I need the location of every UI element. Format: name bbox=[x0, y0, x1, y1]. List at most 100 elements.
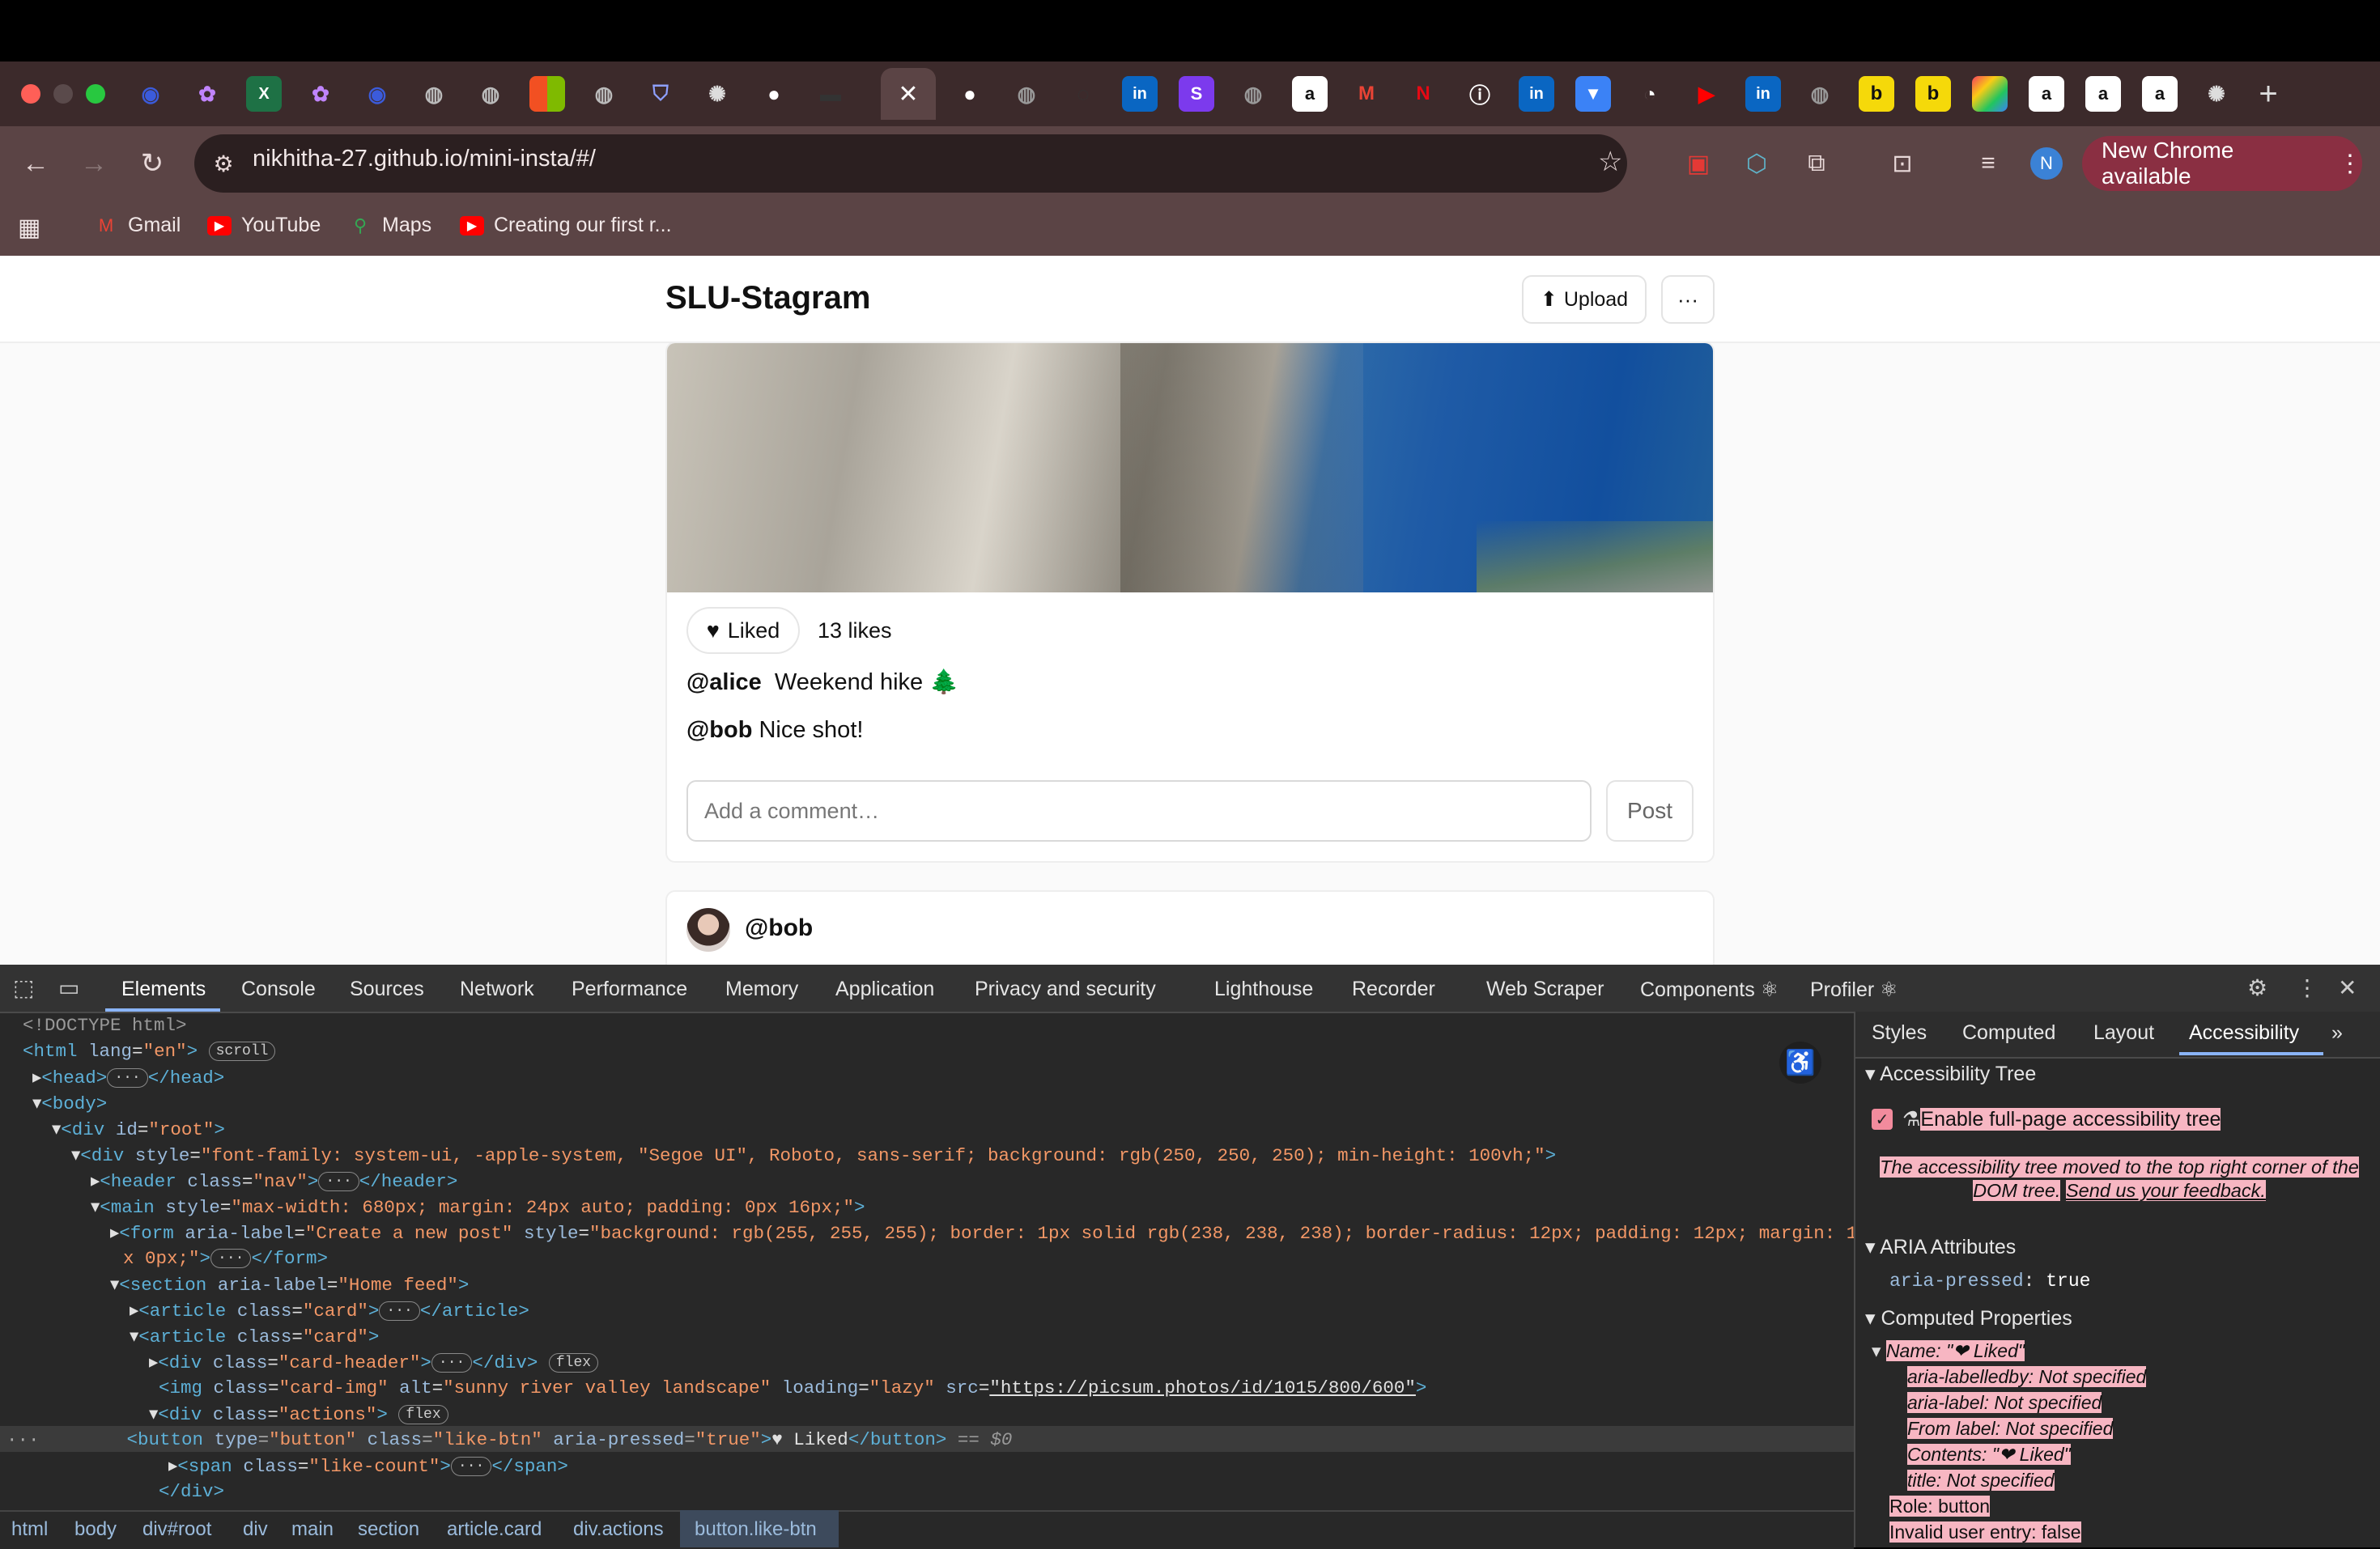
bookmark-star-icon[interactable]: ☆ bbox=[1598, 146, 1622, 178]
dom-line[interactable]: ▾<body> bbox=[32, 1093, 107, 1114]
bookmark-gmail[interactable]: M Gmail bbox=[94, 214, 181, 237]
tab-favicon-tie-icon[interactable]: ▼ bbox=[1575, 76, 1611, 112]
upload-button[interactable]: ⬆ Upload bbox=[1522, 275, 1647, 324]
tab-favicon-globe-icon[interactable]: ◍ bbox=[416, 76, 452, 112]
devtools-tab-application[interactable]: Application bbox=[835, 978, 934, 1001]
tab-favicon-amazon-icon[interactable]: a bbox=[2085, 76, 2121, 112]
sidebar-tab-styles[interactable]: Styles bbox=[1872, 1021, 1927, 1045]
tab-favicon-linkedin-icon[interactable]: in bbox=[1122, 76, 1158, 112]
apps-grid-icon[interactable]: ▦ bbox=[18, 214, 40, 242]
breadcrumb-item[interactable]: article.card bbox=[447, 1518, 542, 1541]
bookmark-maps[interactable]: ⚲ Maps bbox=[348, 214, 431, 237]
tab-favicon-openai-icon[interactable]: ✺ bbox=[2199, 76, 2234, 112]
zoom-window-button[interactable] bbox=[86, 84, 105, 104]
tab-favicon-amazon-icon[interactable]: a bbox=[2029, 76, 2064, 112]
minimize-window-button[interactable] bbox=[53, 84, 73, 104]
computed-properties-section[interactable]: ▾ Computed Properties bbox=[1865, 1306, 2072, 1330]
enable-full-page-checkbox[interactable]: ✓ bbox=[1872, 1109, 1893, 1130]
media-controls-icon[interactable]: ≡ bbox=[1972, 147, 2004, 180]
dom-line[interactable]: <!DOCTYPE html> bbox=[23, 1015, 187, 1036]
breadcrumb-item[interactable]: html bbox=[11, 1518, 48, 1541]
post-comment-button[interactable]: Post bbox=[1606, 780, 1694, 842]
devtools-tab-elements[interactable]: Elements bbox=[121, 978, 206, 1001]
devtools-tab-sources[interactable]: Sources bbox=[350, 978, 424, 1001]
tab-favicon-loading-icon[interactable]: ◌ bbox=[1065, 76, 1101, 112]
tab-favicon-github-icon[interactable]: ● bbox=[952, 76, 988, 112]
tab-favicon-dark-icon[interactable]: ▬ bbox=[813, 76, 848, 112]
tab-favicon-globe-icon[interactable]: ◍ bbox=[1009, 76, 1044, 112]
tab-favicon-copilot-icon[interactable]: ✿ bbox=[303, 76, 338, 112]
devtools-tab-recorder[interactable]: Recorder bbox=[1352, 978, 1435, 1001]
new-tab-button[interactable]: + bbox=[2250, 76, 2286, 112]
tab-favicon-circle-icon[interactable]: ◉ bbox=[359, 76, 395, 112]
devtools-tab-web-scraper[interactable]: Web Scraper bbox=[1486, 978, 1604, 1001]
dom-line[interactable]: <html lang="en"> scroll bbox=[23, 1041, 276, 1062]
active-tab-close-icon[interactable]: ✕ bbox=[881, 68, 936, 120]
dom-line[interactable]: ▾<section aria-label="Home feed"> bbox=[110, 1274, 469, 1296]
kebab-menu-icon[interactable]: ⋮ bbox=[2338, 150, 2362, 178]
dom-line[interactable]: ▸<header class="nav"> ··· </header> bbox=[91, 1170, 457, 1192]
dom-line[interactable]: <img class="card-img" alt="sunny river v… bbox=[159, 1377, 1426, 1398]
accessibility-tree-section[interactable]: ▾ Accessibility Tree bbox=[1865, 1062, 2036, 1086]
extensions-puzzle-icon[interactable]: ⧉ bbox=[1800, 147, 1833, 180]
dom-line[interactable]: ▾<article class="card"> bbox=[130, 1326, 379, 1347]
breadcrumb-item[interactable]: body bbox=[74, 1518, 117, 1541]
tab-search-icon[interactable]: ⊡ bbox=[1886, 147, 1919, 180]
devtools-tab-components[interactable]: Components ⚛ bbox=[1640, 978, 1779, 1002]
dom-line[interactable]: x 0px;"> ··· </form> bbox=[123, 1248, 328, 1269]
close-devtools-icon[interactable]: ✕ bbox=[2338, 974, 2357, 1001]
dom-line[interactable]: </div> bbox=[159, 1481, 224, 1502]
dom-line[interactable]: ▸<span class="like-count"> ··· </span> bbox=[168, 1455, 568, 1477]
aria-attributes-section[interactable]: ▾ ARIA Attributes bbox=[1865, 1235, 2016, 1259]
tab-favicon-b-icon[interactable]: b bbox=[1915, 76, 1951, 112]
tab-favicon-globe-icon[interactable]: ◍ bbox=[473, 76, 508, 112]
app-brand[interactable]: SLU-Stagram bbox=[665, 280, 870, 316]
tab-favicon-s-icon[interactable]: S bbox=[1179, 76, 1214, 112]
tab-favicon-netflix-icon[interactable]: N bbox=[1405, 76, 1441, 112]
dom-line[interactable]: ▾<div style="font-family: system-ui, -ap… bbox=[71, 1144, 1556, 1166]
back-button[interactable]: ← bbox=[16, 144, 55, 183]
bookmark-creating[interactable]: ▶ Creating our first r... bbox=[460, 214, 672, 237]
tab-favicon-b-icon[interactable]: b bbox=[1859, 76, 1894, 112]
forward-button[interactable]: → bbox=[74, 144, 113, 183]
more-tabs-chevron-icon[interactable]: » bbox=[2331, 1021, 2343, 1045]
dom-line-selected[interactable]: ··· <button type="button" class="like-bt… bbox=[6, 1429, 1012, 1450]
breadcrumb-item[interactable]: div.actions bbox=[573, 1518, 664, 1541]
devtools-menu-icon[interactable]: ⋮ bbox=[2296, 974, 2318, 1001]
devtools-tab-performance[interactable]: Performance bbox=[572, 978, 687, 1001]
url-text[interactable]: nikhitha-27.github.io/mini-insta/#/ bbox=[253, 146, 596, 172]
dom-line[interactable]: ▸<article class="card"> ··· </article> bbox=[130, 1300, 529, 1322]
accessibility-tree-toggle-icon[interactable]: ♿ bbox=[1779, 1042, 1821, 1084]
sidebar-tab-computed[interactable]: Computed bbox=[1962, 1021, 2055, 1045]
devtools-tab-privacy[interactable]: Privacy and security bbox=[975, 978, 1156, 1001]
dom-line[interactable]: ▾<div class="actions"> flex bbox=[149, 1403, 448, 1425]
breadcrumb-item[interactable]: section bbox=[358, 1518, 419, 1541]
tab-favicon-globe-icon[interactable]: ◍ bbox=[586, 76, 622, 112]
comment-username[interactable]: @bob bbox=[686, 717, 752, 743]
inspect-element-icon[interactable]: ⬚ bbox=[13, 974, 34, 1001]
tab-favicon-microsoft-icon[interactable] bbox=[529, 76, 565, 112]
tab-favicon-github-icon[interactable]: ● bbox=[756, 76, 792, 112]
tab-favicon-circle-icon[interactable]: ◉ bbox=[133, 76, 168, 112]
tab-favicon-linkedin-icon[interactable]: in bbox=[1519, 76, 1554, 112]
tab-favicon-gmail-icon[interactable]: M bbox=[1349, 76, 1384, 112]
breadcrumb-item[interactable]: div bbox=[243, 1518, 268, 1541]
enable-full-page-label[interactable]: ⚗Enable full-page accessibility tree bbox=[1902, 1107, 2221, 1131]
tab-favicon-colorful-icon[interactable] bbox=[1972, 76, 2008, 112]
tab-favicon-amazon-icon[interactable]: a bbox=[2142, 76, 2178, 112]
tab-favicon-excel-icon[interactable]: X bbox=[246, 76, 282, 112]
dom-line[interactable]: ▾<div id="root"> bbox=[52, 1118, 225, 1140]
tab-favicon-amazon-icon[interactable]: a bbox=[1292, 76, 1328, 112]
breadcrumb-item[interactable]: main bbox=[291, 1518, 334, 1541]
caption-username[interactable]: @alice bbox=[686, 669, 762, 695]
dom-line[interactable]: ▾<main style="max-width: 680px; margin: … bbox=[91, 1196, 865, 1218]
profile-avatar[interactable]: N bbox=[2030, 147, 2063, 180]
sidebar-tab-layout[interactable]: Layout bbox=[2093, 1021, 2154, 1045]
feedback-link[interactable]: Send us your feedback. bbox=[2066, 1180, 2266, 1201]
device-toolbar-icon[interactable]: ▭ bbox=[58, 974, 79, 1001]
breadcrumb-item[interactable]: div#root bbox=[142, 1518, 211, 1541]
tab-favicon-globe-icon[interactable]: ◍ bbox=[1235, 76, 1271, 112]
site-settings-icon[interactable]: ⚙ bbox=[209, 149, 238, 178]
devtools-tab-lighthouse[interactable]: Lighthouse bbox=[1214, 978, 1313, 1001]
tab-favicon-swirl-icon[interactable]: ◔ bbox=[1632, 76, 1668, 112]
